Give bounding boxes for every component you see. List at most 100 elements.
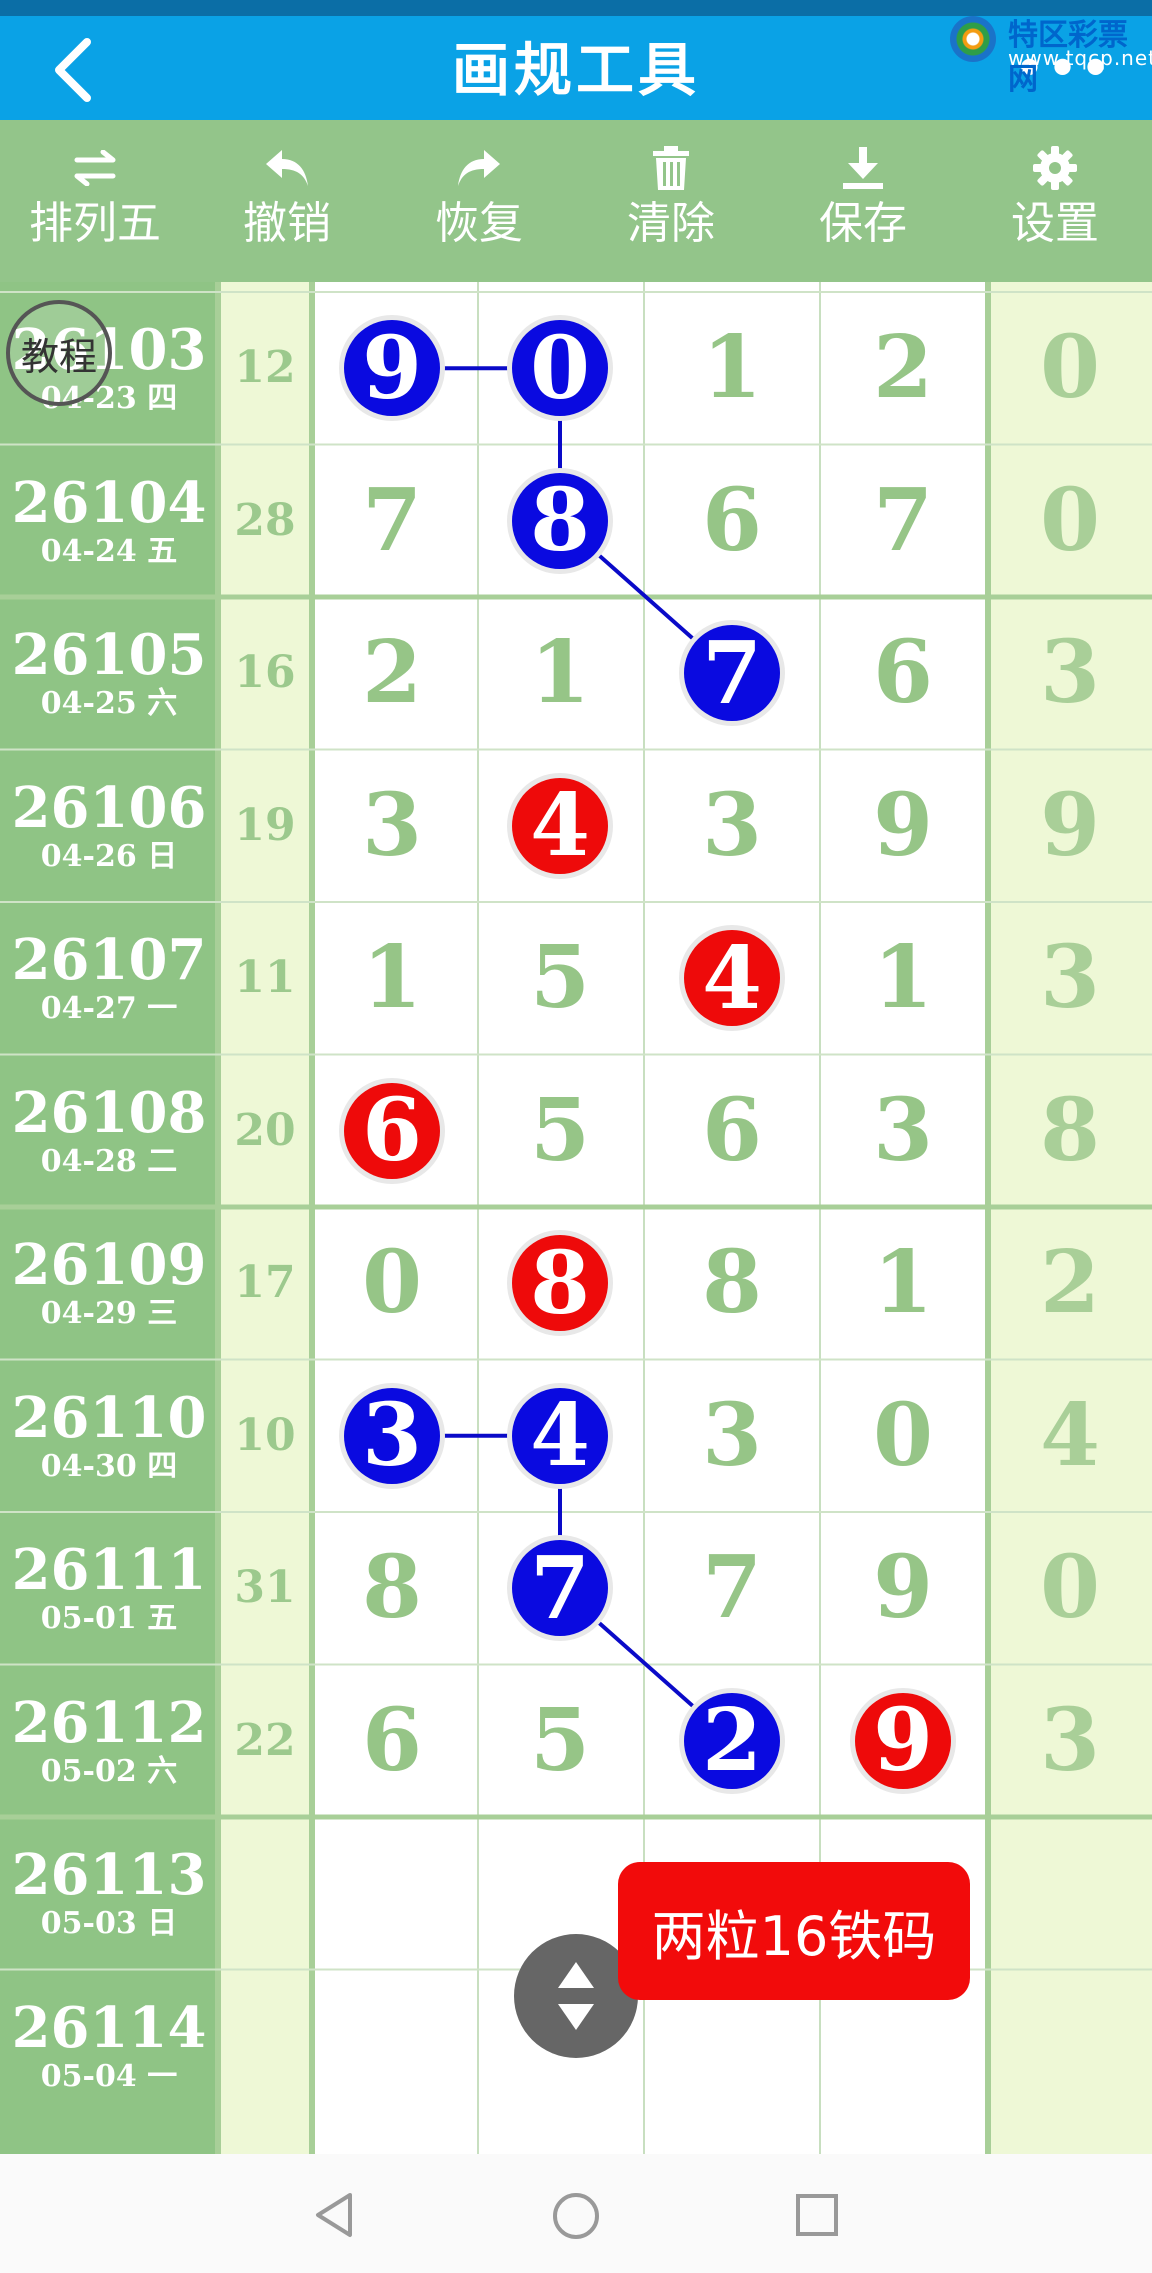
digit-cell[interactable]: 9 [843,1536,963,1640]
digit-cell[interactable]: 7 [332,469,452,573]
period-cell: 26108 04-28 二 [0,1081,218,1179]
digit-cell[interactable]: 6 [672,1079,792,1183]
download-icon [843,147,883,189]
blue-ball[interactable]: 7 [512,1538,608,1639]
tool-settings[interactable]: 设置 [960,140,1150,270]
fifth-digit-cell: 2 [1040,1232,1100,1334]
period-date: 05-04 一 [40,2058,178,2094]
blue-ball[interactable]: 4 [512,1385,608,1486]
digit-cell[interactable]: 3 [672,774,792,878]
period-number: 26111 [11,1537,207,1603]
digit-cell[interactable]: 8 [332,1536,452,1640]
tool-clear[interactable]: 清除 [576,140,766,270]
digit-cell[interactable]: 2 [843,316,963,420]
digit-cell[interactable]: 7 [672,1536,792,1640]
period-number: 26110 [11,1384,207,1451]
tool-undo[interactable]: 撤销 [192,140,382,270]
period-date: 04-24 五 [40,533,178,569]
digit-cell[interactable]: 6 [843,621,963,725]
period-date: 04-30 四 [40,1448,178,1484]
period-date: 04-26 日 [40,838,178,874]
sum-cell: 11 [234,952,296,1004]
sum-cell: 28 [234,494,296,546]
draw-grid[interactable]: 26103 04-23 四 12 9 0 1 2 0 26104 04-24 五 28 7 8 6 7 0 26… [0,282,1152,2154]
sum-cell: 10 [234,1409,296,1461]
fifth-digit-cell: 0 [1040,1537,1100,1639]
digit-cell[interactable]: 6 [672,469,792,573]
digit-cell[interactable]: 9 [843,774,963,878]
trash-icon [653,146,689,190]
home-circle-icon[interactable] [550,2190,602,2242]
period-cell: 26113 05-03 日 [0,1843,218,1941]
sum-cell: 22 [234,1714,296,1766]
tutorial-badge[interactable]: 教程 [6,300,112,406]
sum-cell: 17 [234,1257,296,1309]
redo-icon [458,150,500,186]
period-cell: 26104 04-24 五 [0,471,218,569]
digit-cell[interactable]: 1 [843,1231,963,1335]
sum-cell: 31 [234,1562,296,1614]
red-ball[interactable]: 4 [684,928,780,1029]
digit-cell[interactable]: 3 [843,1079,963,1183]
period-cell: 26114 05-04 一 [0,1996,218,2094]
blue-ball[interactable]: 9 [344,318,440,419]
tool-redo[interactable]: 恢复 [384,140,574,270]
period-cell: 26107 04-27 一 [0,928,218,1026]
tool-label: 清除 [627,198,715,249]
digit-cell[interactable]: 5 [500,926,620,1030]
fifth-digit-cell: 4 [1040,1384,1100,1486]
back-triangle-icon[interactable] [310,2190,360,2240]
digit-cell[interactable]: 0 [332,1231,452,1335]
fifth-digit-cell: 0 [1040,317,1100,419]
digit-cell[interactable]: 2 [332,621,452,725]
rows-layer: 26103 04-23 四 12 9 0 1 2 0 26104 04-24 五 28 7 8 6 7 0 26… [0,282,1152,2154]
blue-ball[interactable]: 3 [344,1385,440,1486]
sum-cell: 16 [234,647,296,699]
period-date: 04-25 六 [40,686,178,721]
sum-cell: 19 [234,799,296,851]
sum-cell: 12 [234,342,296,394]
red-ball[interactable]: 9 [855,1690,951,1791]
tool-lottery-type[interactable]: 排列五 [0,140,190,270]
blue-ball[interactable]: 8 [512,470,608,571]
tool-save[interactable]: 保存 [768,140,958,270]
fifth-digit-cell: 3 [1040,622,1100,724]
blue-ball[interactable]: 7 [684,623,780,724]
red-ball[interactable]: 6 [344,1080,440,1181]
digit-cell[interactable]: 1 [672,316,792,420]
period-cell: 26106 04-26 日 [0,776,218,874]
period-number: 26113 [11,1842,207,1908]
recent-square-icon[interactable] [792,2190,842,2240]
logo-url: www.tqcp.net [1008,46,1152,70]
fifth-digit-cell: 0 [1040,469,1100,571]
digit-cell[interactable]: 6 [332,1689,452,1793]
swap-arrows-icon [74,150,116,186]
digit-cell[interactable]: 5 [500,1079,620,1183]
digit-cell[interactable]: 8 [672,1231,792,1335]
blue-ball[interactable]: 0 [512,318,608,419]
suggestion-button[interactable]: 两粒16铁码 [618,1862,970,2000]
digit-cell[interactable]: 1 [332,926,452,1030]
tool-label: 排列五 [29,198,161,249]
period-date: 04-29 三 [40,1296,178,1331]
digit-cell[interactable]: 1 [843,926,963,1030]
digit-cell[interactable]: 0 [843,1384,963,1488]
period-date: 05-03 日 [40,1906,178,1941]
undo-icon [266,150,308,186]
period-number: 26109 [11,1232,207,1298]
period-cell: 26105 04-25 六 [0,623,218,721]
digit-cell[interactable]: 3 [332,774,452,878]
red-ball[interactable]: 8 [512,1233,608,1334]
red-ball[interactable]: 4 [512,775,608,876]
fifth-digit-cell: 3 [1040,927,1100,1029]
digit-cell[interactable]: 7 [843,469,963,573]
period-number: 26112 [11,1689,207,1756]
digit-cell[interactable]: 3 [672,1384,792,1488]
digit-cell[interactable]: 5 [500,1689,620,1793]
fifth-digit-cell: 9 [1040,774,1100,876]
digit-cell[interactable]: 1 [500,621,620,725]
blue-ball[interactable]: 2 [684,1690,780,1791]
toolbar: 排列五 撤销 恢复 清除 保存 设置 [0,120,1152,282]
period-number: 26114 [11,1994,207,2061]
period-number: 26105 [11,622,207,688]
